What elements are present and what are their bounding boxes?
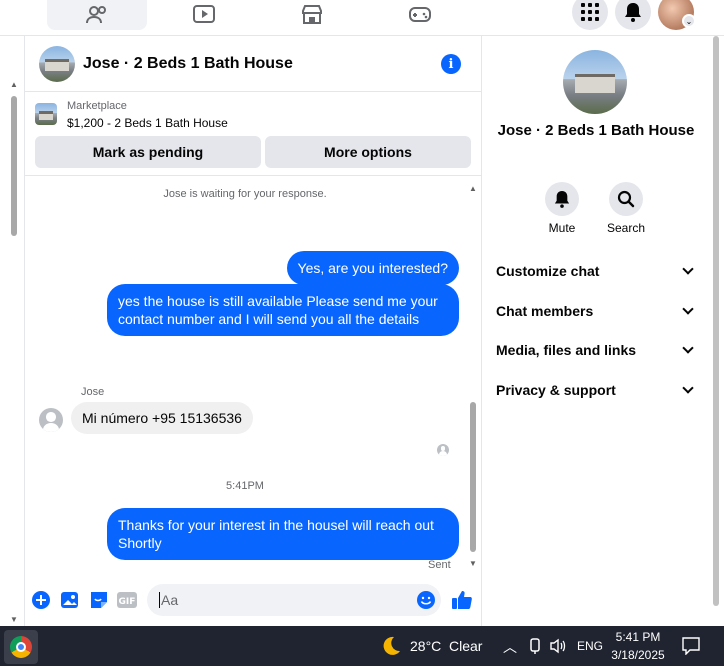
section-customize-chat[interactable]: Customize chat xyxy=(496,259,696,283)
top-navigation: ⌄ xyxy=(0,0,724,36)
chat-title[interactable]: Jose · 2 Beds 1 Bath House xyxy=(83,55,293,73)
read-receipt-avatar xyxy=(437,444,449,456)
scroll-down-arrow[interactable]: ▼ xyxy=(469,559,477,568)
message-list: Jose is waiting for your response. Yes, … xyxy=(25,178,481,582)
language-indicator[interactable]: ENG xyxy=(577,639,603,653)
section-label: Chat members xyxy=(496,303,594,319)
section-label: Media, files and links xyxy=(496,342,637,358)
mute-label: Mute xyxy=(548,221,576,235)
gif-icon: GIF xyxy=(117,592,137,608)
nav-friends-tab[interactable] xyxy=(47,0,147,30)
scroll-up-arrow[interactable]: ▲ xyxy=(469,184,477,193)
section-privacy-support[interactable]: Privacy & support xyxy=(496,378,696,402)
section-chat-members[interactable]: Chat members xyxy=(496,299,696,323)
section-label: Privacy & support xyxy=(496,382,616,398)
volume-icon[interactable] xyxy=(550,638,566,659)
message-bubble-outgoing[interactable]: Yes, are you interested? xyxy=(286,251,459,285)
nav-marketplace-tab[interactable] xyxy=(266,0,358,30)
bell-icon xyxy=(554,191,570,208)
marketplace-listing: Marketplace $1,200 - 2 Beds 1 Bath House… xyxy=(25,92,481,176)
chat-header: Jose · 2 Beds 1 Bath House i xyxy=(25,36,481,92)
message-input-placeholder: Aa xyxy=(161,592,179,608)
gaming-icon xyxy=(409,7,431,22)
weather-temperature[interactable]: 28°C xyxy=(410,638,441,654)
text-caret xyxy=(159,592,160,608)
chevron-down-icon xyxy=(682,303,694,315)
chevron-down-icon xyxy=(682,342,694,354)
waiting-status: Jose is waiting for your response. xyxy=(163,188,327,200)
message-bubble-outgoing[interactable]: Thanks for your interest in the housel w… xyxy=(107,508,459,560)
conversation-info-panel: Jose · 2 Beds 1 Bath House Mute Search C… xyxy=(482,36,710,626)
like-button[interactable] xyxy=(451,589,473,611)
section-label: Customize chat xyxy=(496,263,600,279)
marketplace-label: Marketplace xyxy=(67,100,127,112)
info-icon[interactable]: i xyxy=(441,54,461,74)
chevron-up-icon[interactable]: ︿ xyxy=(503,637,517,657)
weather-condition[interactable]: Clear xyxy=(449,638,482,654)
conversation-photo[interactable] xyxy=(563,50,627,114)
page-scrollbar[interactable]: ▲ ▼ xyxy=(10,80,18,624)
thumbs-up-icon xyxy=(452,591,472,609)
marketplace-icon xyxy=(302,5,322,24)
more-actions-button[interactable] xyxy=(31,590,51,610)
chat-avatar[interactable] xyxy=(39,45,75,82)
clock-time[interactable]: 5:41 PM xyxy=(608,630,668,644)
plus-circle-icon xyxy=(32,591,50,609)
photo-icon xyxy=(61,592,78,608)
browser-scrollbar[interactable] xyxy=(712,36,720,626)
scroll-down-arrow[interactable]: ▼ xyxy=(10,615,18,624)
gif-button[interactable]: GIF xyxy=(117,590,137,610)
weather-widget[interactable] xyxy=(380,635,402,662)
mute-button[interactable]: Mute xyxy=(532,182,592,235)
chrome-taskbar-button[interactable] xyxy=(4,630,38,664)
message-composer: GIF Aa xyxy=(25,582,481,620)
chevron-down-icon xyxy=(682,382,694,394)
friends-icon xyxy=(86,6,106,24)
emoji-icon xyxy=(417,591,435,609)
search-icon xyxy=(617,190,635,208)
moon-icon xyxy=(383,636,400,655)
svg-text:GIF: GIF xyxy=(119,597,136,607)
video-icon xyxy=(193,5,215,23)
chat-window: Jose · 2 Beds 1 Bath House i Marketplace… xyxy=(24,36,482,626)
scroll-up-arrow[interactable]: ▲ xyxy=(10,80,18,89)
chrome-icon xyxy=(10,636,32,658)
grid-menu-icon xyxy=(581,3,599,21)
notifications-button[interactable] xyxy=(615,0,651,30)
page-scroll-thumb[interactable] xyxy=(11,96,17,236)
messages-scrollbar[interactable]: ▲ ▼ xyxy=(469,184,477,568)
sticker-button[interactable] xyxy=(89,590,109,610)
search-button[interactable]: Search xyxy=(596,182,656,235)
chevron-down-icon xyxy=(682,263,694,275)
search-label: Search xyxy=(606,221,646,235)
time-separator: 5:41PM xyxy=(226,480,264,492)
messages-scroll-thumb[interactable] xyxy=(470,402,476,552)
network-icon[interactable] xyxy=(528,638,542,659)
listing-title[interactable]: $1,200 - 2 Beds 1 Bath House xyxy=(67,116,228,130)
message-input[interactable]: Aa xyxy=(147,584,441,616)
sent-status: Sent xyxy=(428,559,451,571)
listing-thumbnail[interactable] xyxy=(35,103,57,125)
message-bubble-incoming[interactable]: Mi número +95 15136536 xyxy=(71,402,253,434)
section-media-files-links[interactable]: Media, files and links xyxy=(496,338,696,362)
browser-scroll-thumb[interactable] xyxy=(713,36,719,606)
menu-button[interactable] xyxy=(572,0,608,30)
more-options-button[interactable]: More options xyxy=(265,136,471,168)
attach-photo-button[interactable] xyxy=(60,590,80,610)
sender-avatar[interactable] xyxy=(39,408,63,432)
message-bubble-outgoing[interactable]: yes the house is still available Please … xyxy=(107,284,459,336)
bell-icon xyxy=(625,3,641,22)
nav-watch-tab[interactable] xyxy=(158,0,250,30)
sender-name: Jose xyxy=(81,386,105,398)
conversation-name: Jose · 2 Beds 1 Bath House xyxy=(497,122,695,139)
clock-date[interactable]: 3/18/2025 xyxy=(608,648,668,662)
notification-center-icon[interactable] xyxy=(682,637,700,660)
account-dropdown-icon[interactable]: ⌄ xyxy=(682,14,696,28)
emoji-button[interactable] xyxy=(416,590,436,610)
windows-taskbar: 28°C Clear ︿ ENG 5:41 PM 3/18/2025 xyxy=(0,626,724,666)
nav-gaming-tab[interactable] xyxy=(374,0,466,30)
mark-as-pending-button[interactable]: Mark as pending xyxy=(35,136,261,168)
sticker-icon xyxy=(91,592,107,608)
